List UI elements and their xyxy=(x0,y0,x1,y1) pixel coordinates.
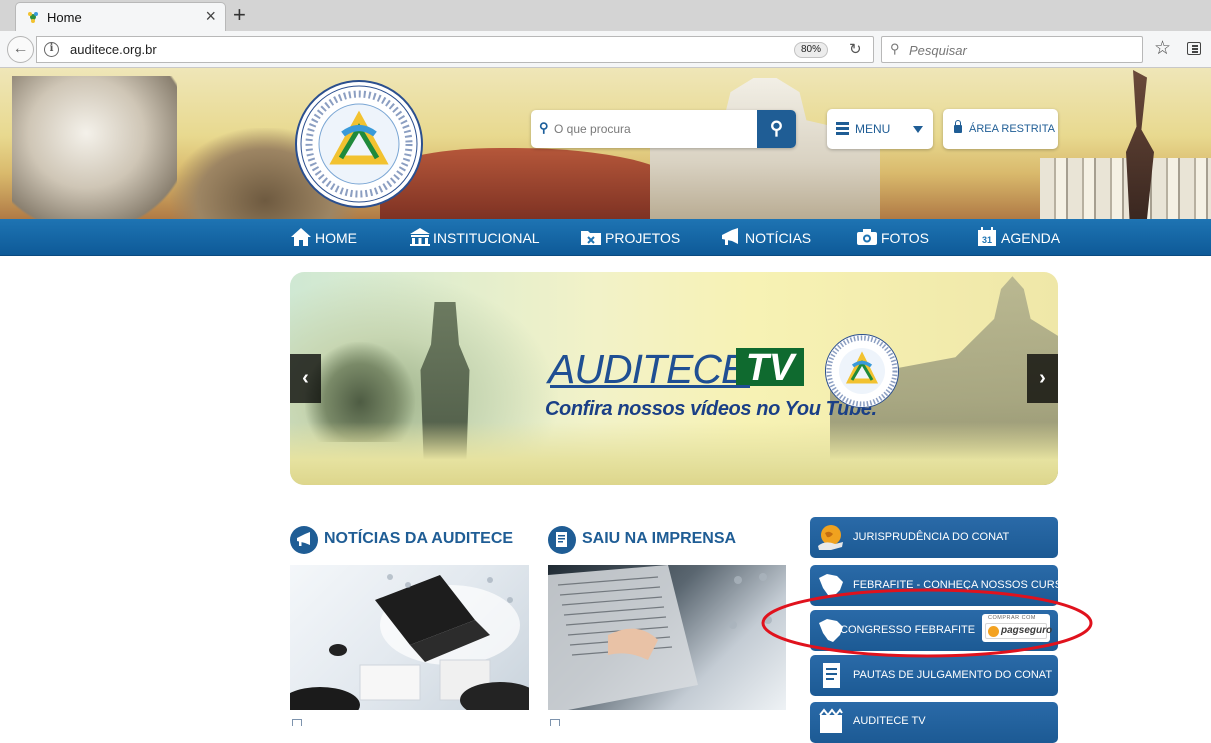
site-info-icon[interactable]: i xyxy=(44,42,59,57)
camera-icon xyxy=(857,229,877,245)
film-icon xyxy=(819,708,843,733)
megaphone-icon xyxy=(290,526,318,554)
hamburger-icon xyxy=(836,122,849,125)
tab-title: Home xyxy=(47,10,82,25)
nav-label: HOME xyxy=(315,230,357,246)
nav-item-agenda[interactable]: 31 AGENDA xyxy=(977,219,1061,256)
hero-slider[interactable]: AUDITECE TV Confira nossos vídeos no You… xyxy=(290,272,1058,485)
browser-search-placeholder: Pesquisar xyxy=(909,43,967,58)
sidebar-item-label: PAUTAS DE JULGAMENTO DO CONAT xyxy=(853,669,1053,681)
auditece-logo[interactable] xyxy=(295,80,423,208)
document-icon xyxy=(823,663,840,688)
search-icon: ⚲ xyxy=(890,41,900,56)
slider-prev-button[interactable]: ‹ xyxy=(290,354,321,403)
slide-title: AUDITECE TV xyxy=(548,346,813,392)
calendar-icon xyxy=(292,719,302,726)
cliff-image xyxy=(380,148,680,219)
nav-label: PROJETOS xyxy=(605,230,681,246)
press-section-title[interactable]: SAIU NA IMPRENSA xyxy=(582,530,736,548)
press-photo[interactable] xyxy=(548,565,786,710)
reader-view-icon[interactable] xyxy=(1187,42,1201,55)
site-header-banner: ⚲ ⚲ MENU ÁREA RESTRITA xyxy=(0,68,1211,219)
nav-label: FOTOS xyxy=(881,230,929,246)
sidebar-item-label: FEBRAFITE - CONHEÇA NOSSOS CURSOS xyxy=(853,579,1078,591)
back-button[interactable]: ← xyxy=(7,36,34,63)
sidebar-item-auditece-tv[interactable]: AUDITECE TV xyxy=(810,702,1058,743)
nav-item-home[interactable]: HOME xyxy=(290,219,360,256)
slider-next-button[interactable]: › xyxy=(1027,354,1058,403)
press-section-header: SAIU NA IMPRENSA xyxy=(548,526,788,556)
sidebar-item-febrafite-cursos[interactable]: FEBRAFITE - CONHEÇA NOSSOS CURSOS xyxy=(810,565,1078,606)
new-tab-button[interactable]: + xyxy=(233,2,246,28)
nav-item-projetos[interactable]: PROJETOS xyxy=(580,219,680,256)
restricted-area-button[interactable]: ÁREA RESTRITA xyxy=(943,109,1058,149)
news-section-header: NOTÍCIAS DA AUDITECE xyxy=(290,526,530,556)
city-skyline-image xyxy=(1040,158,1211,219)
calendar-icon: 31 xyxy=(978,227,996,246)
megaphone-icon xyxy=(722,228,738,245)
main-navigation: HOME INSTITUCIONAL PROJETOS NOTÍCIAS FOT… xyxy=(0,219,1211,256)
pagseguro-logo-icon xyxy=(988,626,999,637)
site-search-box: ⚲ ⚲ xyxy=(531,110,796,148)
address-bar[interactable]: i auditece.org.br 80% ↻ xyxy=(36,36,874,63)
calendar-icon xyxy=(550,719,560,726)
zoom-level-badge[interactable]: 80% xyxy=(794,42,829,58)
reload-icon[interactable]: ↻ xyxy=(849,40,862,58)
restricted-area-label: ÁREA RESTRITA xyxy=(969,123,1055,135)
browser-tab-home[interactable]: Home × xyxy=(15,2,226,31)
pagseguro-logo: pagseguro xyxy=(985,623,1052,639)
site-favicon-icon xyxy=(28,12,38,23)
news-photo[interactable] xyxy=(290,565,529,710)
slide-title-tv: TV xyxy=(736,348,804,388)
nav-label: NOTÍCIAS xyxy=(745,230,812,246)
nav-item-noticias[interactable]: NOTÍCIAS xyxy=(720,219,812,256)
nav-item-institucional[interactable]: INSTITUCIONAL xyxy=(409,219,540,256)
building-icon xyxy=(410,228,430,246)
browser-search-field[interactable]: ⚲ Pesquisar xyxy=(881,36,1143,63)
pagseguro-wordmark: pagseguro xyxy=(1001,625,1053,636)
menu-label: MENU xyxy=(855,122,891,136)
sidebar-item-label: CONGRESSO FEBRAFITE xyxy=(840,624,976,636)
menu-button[interactable]: MENU xyxy=(827,109,933,149)
tab-close-icon[interactable]: × xyxy=(205,6,216,27)
news-section-title[interactable]: NOTÍCIAS DA AUDITECE xyxy=(324,530,513,548)
chevron-down-icon xyxy=(913,126,923,133)
url-text[interactable]: auditece.org.br xyxy=(70,42,157,57)
browser-navbar: ← i auditece.org.br 80% ↻ ⚲ Pesquisar ☆ xyxy=(0,31,1211,68)
site-search-input[interactable] xyxy=(554,120,754,138)
search-icon: ⚲ xyxy=(539,120,549,135)
site-search-button[interactable]: ⚲ xyxy=(757,110,796,148)
sidebar-item-label: AUDITECE TV xyxy=(853,715,926,727)
slide-auditece-seal xyxy=(825,334,899,408)
home-icon xyxy=(291,228,311,246)
slide-title-underline xyxy=(550,385,750,388)
document-icon xyxy=(548,526,576,554)
svg-text:31: 31 xyxy=(982,235,992,245)
pagseguro-caption: COMPRAR COM xyxy=(988,615,1036,621)
sidebar-item-pautas-julgamento[interactable]: PAUTAS DE JULGAMENTO DO CONAT xyxy=(810,655,1058,696)
lock-icon xyxy=(954,120,962,133)
pagseguro-badge[interactable]: COMPRAR COM pagseguro xyxy=(982,614,1052,642)
nav-item-fotos[interactable]: FOTOS xyxy=(856,219,929,256)
slide-wave xyxy=(290,422,1058,485)
nav-label: AGENDA xyxy=(1001,230,1061,246)
nav-label: INSTITUCIONAL xyxy=(433,230,540,246)
folder-icon xyxy=(581,231,601,245)
sidebar-item-jurisprudencia[interactable]: JURISPRUDÊNCIA DO CONAT xyxy=(810,517,1058,558)
globe-hand-icon xyxy=(818,525,843,550)
sidebar-item-congresso-febrafite[interactable]: CONGRESSO FEBRAFITE COMPRAR COM pagsegur… xyxy=(810,610,1058,651)
sidebar-item-label: JURISPRUDÊNCIA DO CONAT xyxy=(853,531,1010,543)
bookmark-star-icon[interactable]: ☆ xyxy=(1154,37,1171,60)
browser-tabstrip: Home × + xyxy=(0,0,1211,31)
brazil-map-icon xyxy=(819,574,843,597)
statue-image xyxy=(12,76,177,219)
search-icon: ⚲ xyxy=(769,118,784,138)
